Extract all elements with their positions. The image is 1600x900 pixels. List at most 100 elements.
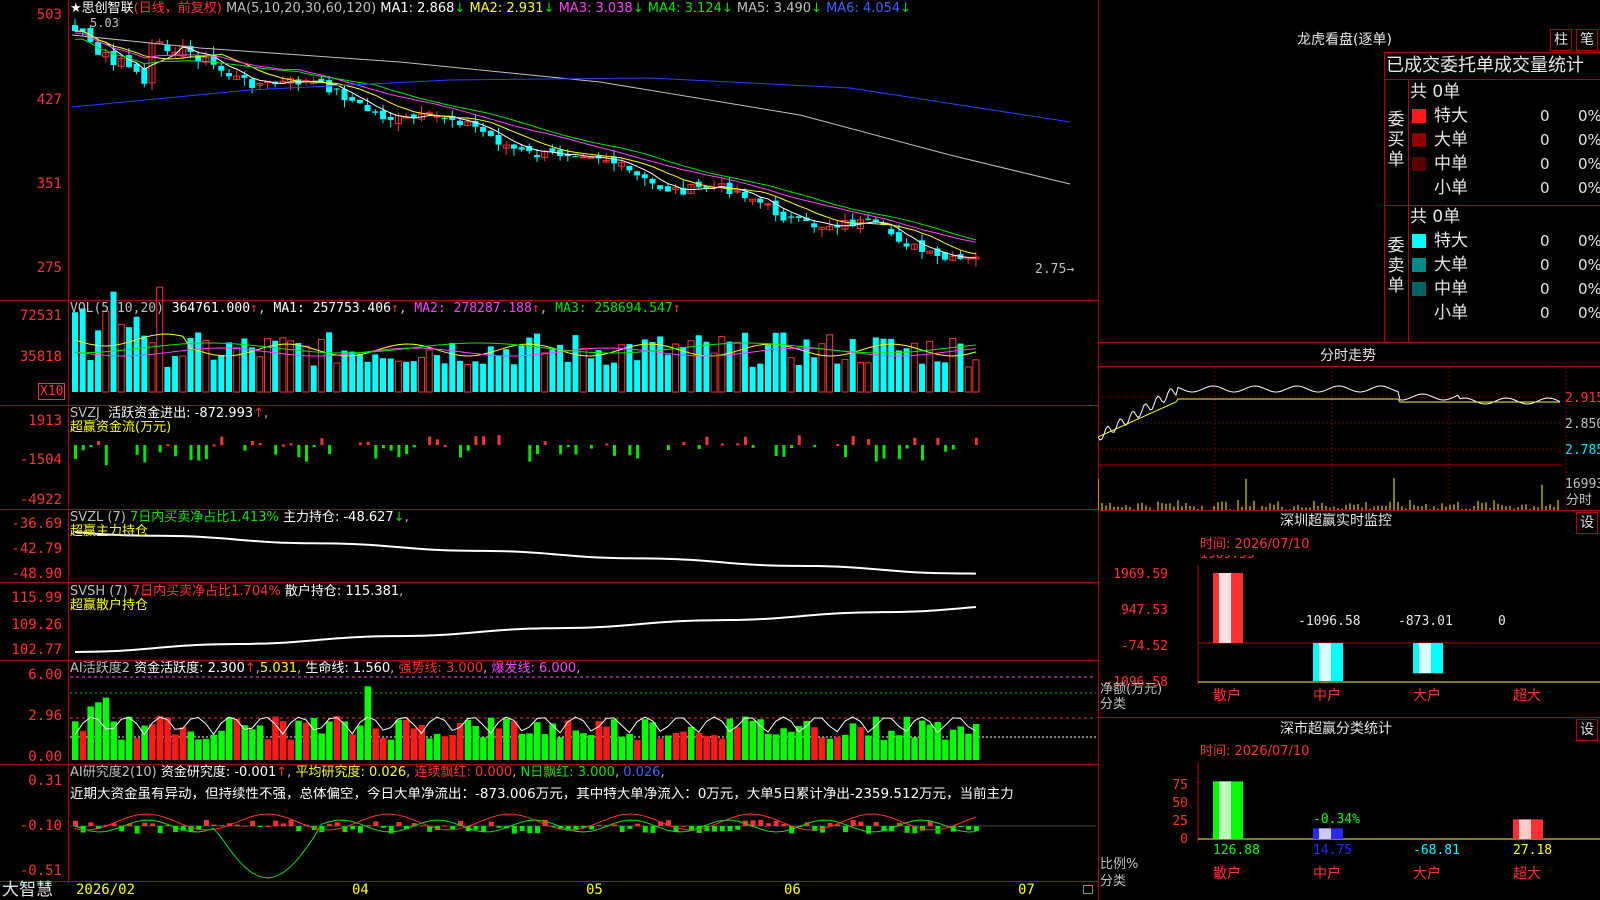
- svzj-header: SVZJ 活跃资金进出: -872.993↑,: [70, 406, 269, 421]
- activity-bar: [279, 721, 287, 760]
- volume-bar: [795, 364, 802, 392]
- svzl-tick: -36.69: [11, 516, 62, 532]
- order-percent: 0%: [1578, 280, 1600, 298]
- order-percent: 0%: [1578, 179, 1600, 197]
- fund-flow-bar: [197, 445, 201, 461]
- candle-down: [125, 54, 132, 68]
- candle-down: [626, 165, 633, 171]
- ma-label: MA(5,10,20,30,60,120): [225, 1, 377, 16]
- fund-flow-bar: [89, 445, 93, 447]
- activity-bar: [572, 730, 579, 760]
- fund-flow-bar: [697, 445, 701, 449]
- activity-bar: [557, 737, 564, 760]
- brand-logo[interactable]: 大智慧: [2, 881, 53, 900]
- volume-bar: [195, 332, 202, 392]
- volume-bar: [841, 359, 849, 393]
- research-bar: [781, 823, 787, 826]
- fund-flow-bar: [366, 441, 370, 445]
- stock-name[interactable]: 思创智联: [82, 1, 134, 16]
- bar-view-button[interactable]: 柱: [1550, 29, 1572, 51]
- activity-bar: [626, 734, 633, 760]
- ai2-tick: -0.51: [19, 863, 62, 879]
- volume-bar: [133, 316, 140, 392]
- candle-down: [457, 120, 463, 126]
- order-count: 0: [1540, 256, 1550, 274]
- research-bar: [357, 826, 363, 833]
- down-arrow-icon: ↓: [811, 1, 822, 16]
- activity-bar: [118, 739, 125, 760]
- lock-icon[interactable]: [1083, 885, 1093, 894]
- down-arrow-icon: ↓: [454, 1, 466, 16]
- activity-bar: [549, 723, 556, 760]
- activity-bar: [510, 721, 518, 760]
- activity-bar: [587, 735, 595, 760]
- tick-view-button[interactable]: 笔: [1576, 29, 1598, 51]
- volume-bar: [534, 333, 540, 392]
- activity-bar: [788, 731, 795, 760]
- order-count: 0: [1540, 179, 1550, 197]
- vol-tick: 35818: [19, 349, 62, 365]
- sz-class-settings-button[interactable]: 设: [1576, 719, 1598, 741]
- volume-bar: [626, 344, 633, 392]
- volume-bar: [87, 359, 94, 392]
- sz-monitor-xlabel: 分类: [1100, 697, 1127, 712]
- volume-bar: [125, 327, 132, 392]
- activity-bar: [433, 733, 441, 760]
- fund-flow-bar: [905, 445, 909, 449]
- volume-bar: [664, 354, 671, 392]
- candle-up: [579, 156, 587, 159]
- dragon-title: 龙虎看盘(逐单): [1297, 32, 1392, 48]
- vol-tick: 72531: [19, 308, 62, 324]
- activity-bar: [657, 738, 664, 760]
- monitor-value-label: -873.01: [1398, 614, 1453, 629]
- vol-header: VOL(5,10,20) 364761.000↑, MA1: 257753.40…: [70, 301, 681, 316]
- fund-flow-bar: [797, 435, 801, 445]
- monitor-value-label: 0: [1498, 614, 1506, 629]
- order-percent: 0%: [1578, 256, 1600, 274]
- ma-line: [74, 38, 977, 241]
- fund-flow-bar: [435, 439, 439, 445]
- candle-down: [780, 211, 787, 221]
- activity-bar: [688, 726, 695, 760]
- fund-flow-bar: [212, 444, 216, 447]
- volume-bar: [333, 362, 341, 393]
- activity-bar: [495, 728, 502, 760]
- fund-flow-bar: [666, 445, 670, 450]
- order-color-swatch: [1412, 282, 1426, 296]
- sell-side-label: 委卖单: [1387, 236, 1405, 296]
- activity-bar: [226, 717, 233, 760]
- volume-bar: [418, 356, 425, 393]
- volume-bar: [934, 361, 941, 392]
- activity-bar: [634, 739, 641, 760]
- activity-bar: [826, 738, 834, 760]
- candle-down: [249, 79, 256, 88]
- activity-bar: [757, 719, 764, 760]
- sz-monitor-settings-button[interactable]: 设: [1576, 512, 1598, 534]
- research-bar: [681, 825, 687, 827]
- volume-bar: [726, 341, 733, 392]
- intraday-price-line: [1098, 385, 1561, 441]
- candle-down: [349, 96, 356, 101]
- candle-down: [741, 191, 748, 199]
- fund-flow-bar: [720, 443, 724, 446]
- fund-flow-bar: [204, 445, 208, 460]
- fund-flow-bar: [297, 445, 301, 458]
- volume-bar: [148, 342, 156, 393]
- research-bar: [642, 826, 648, 833]
- up-arrow-icon: ↑: [672, 301, 681, 316]
- research-bar: [442, 825, 448, 827]
- monitor-value-label: -1096.58: [1298, 614, 1361, 629]
- svsh-tick: 102.77: [11, 642, 62, 658]
- volume-bar: [210, 359, 217, 392]
- activity-bar: [564, 720, 572, 760]
- fund-flow-bar: [143, 445, 147, 463]
- activity-bar: [695, 732, 703, 760]
- activity-bar: [241, 725, 248, 760]
- intraday-chart[interactable]: [1098, 367, 1600, 510]
- star-icon[interactable]: ★: [70, 1, 82, 16]
- date-label: 06: [784, 882, 801, 898]
- research-bar: [866, 826, 872, 834]
- candle-down: [641, 174, 648, 179]
- intraday-vol: 16993: [1565, 477, 1600, 492]
- activity-bar: [849, 723, 857, 760]
